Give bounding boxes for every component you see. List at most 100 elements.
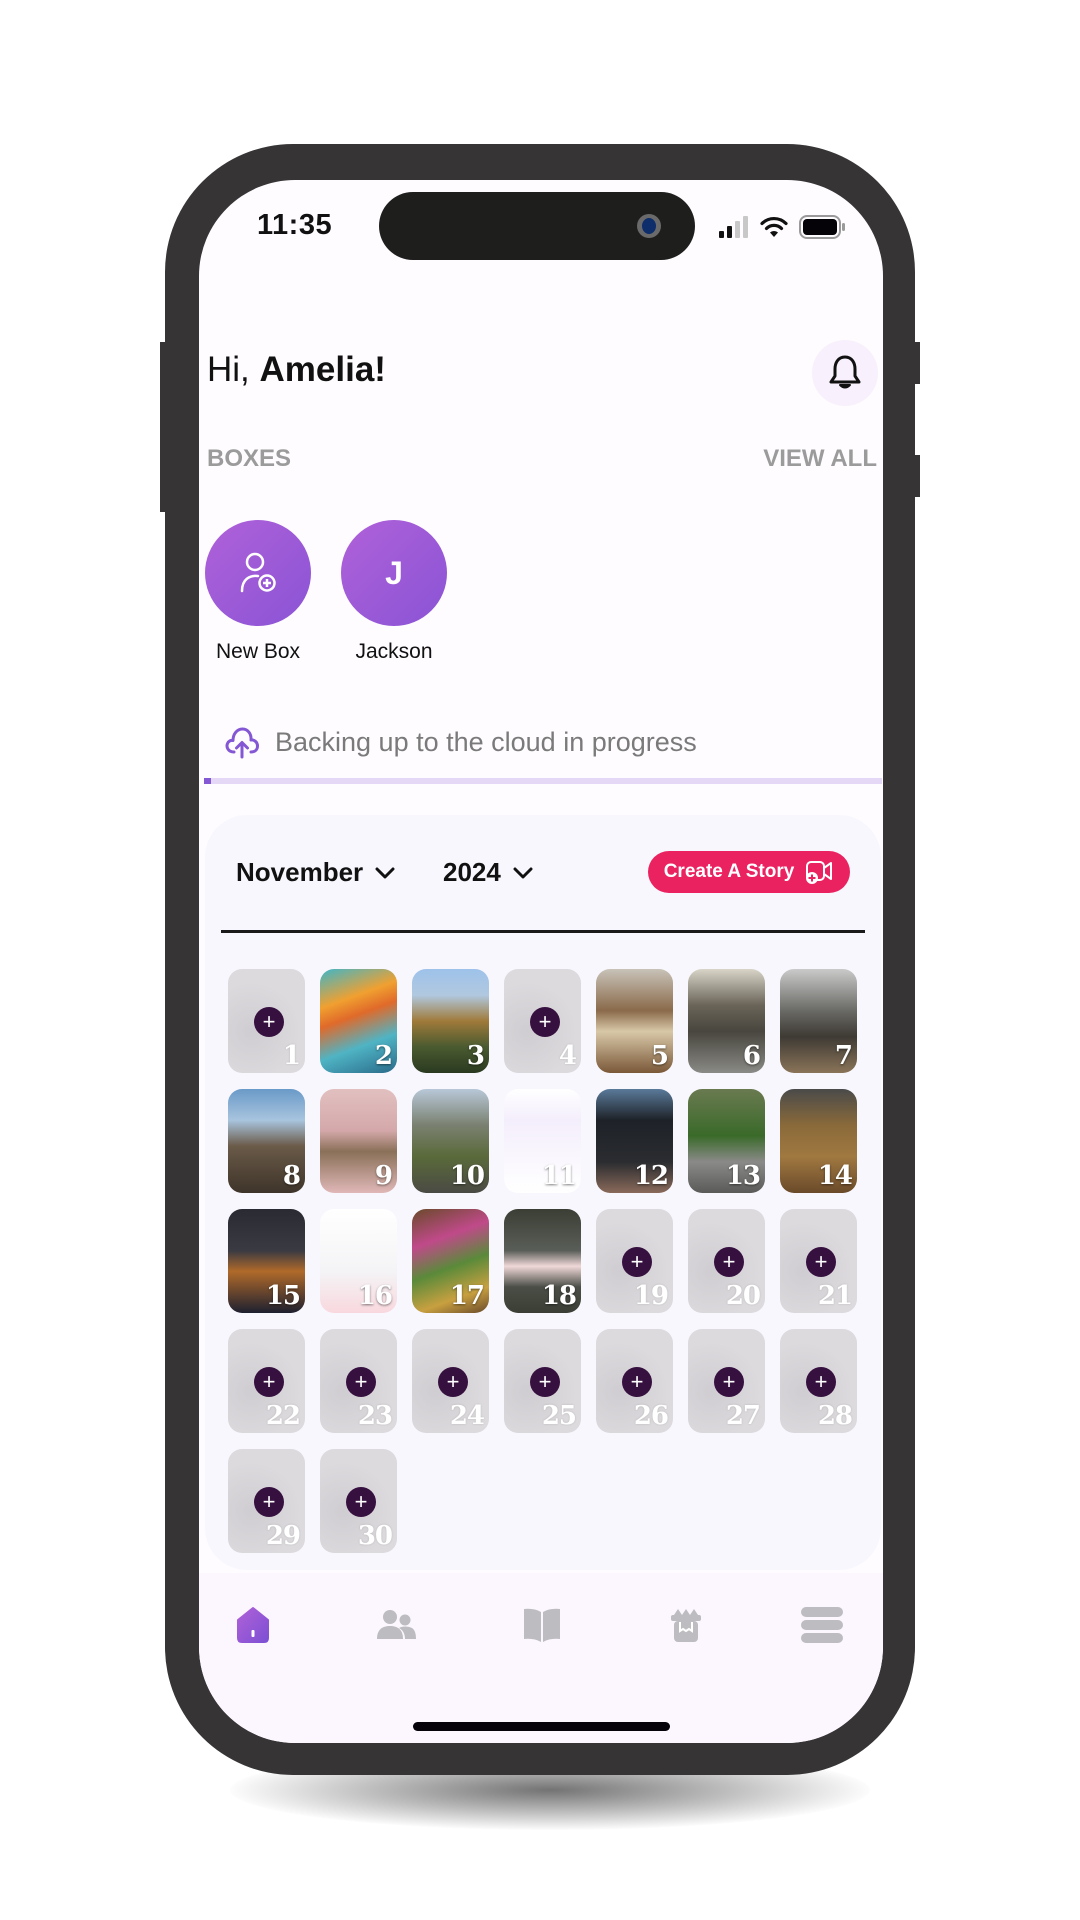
day-number: 8 [282, 1161, 301, 1191]
greeting-prefix: Hi, [207, 350, 250, 389]
day-cell-with-photo[interactable]: 2 [320, 969, 397, 1073]
day-cell-with-photo[interactable]: 15 [228, 1209, 305, 1313]
video-add-icon [806, 861, 833, 884]
wifi-icon [760, 216, 788, 237]
day-cell-with-photo[interactable]: 18 [504, 1209, 581, 1313]
camera-icon [637, 214, 661, 238]
day-number: 27 [725, 1401, 761, 1431]
day-cell-empty[interactable]: +23 [320, 1329, 397, 1433]
day-cell-empty[interactable]: +25 [504, 1329, 581, 1433]
notifications-button[interactable] [812, 340, 878, 406]
day-number: 21 [817, 1281, 853, 1311]
nav-stories[interactable] [517, 1603, 567, 1647]
add-photo-icon[interactable]: + [806, 1367, 836, 1397]
home-indicator[interactable] [413, 1722, 670, 1731]
side-button-right-top [912, 342, 920, 384]
add-user-icon [240, 552, 276, 593]
calendar-panel: November 2024 Create A Story +1 2 3 +4 5 6 7 8 9… [205, 815, 881, 1570]
day-cell-empty[interactable]: +27 [688, 1329, 765, 1433]
menu-icon [801, 1607, 843, 1643]
nav-gifts[interactable] [661, 1603, 711, 1647]
new-box-avatar [205, 520, 311, 626]
day-number: 11 [541, 1161, 577, 1191]
day-number: 9 [374, 1161, 393, 1191]
nav-menu[interactable] [797, 1603, 847, 1647]
day-cell-empty[interactable]: +29 [228, 1449, 305, 1553]
day-number: 29 [265, 1521, 301, 1551]
app-screen: 11:35 Hi, Amelia! BOXES VIEW ALL New Box… [199, 180, 883, 1743]
day-number: 30 [357, 1521, 393, 1551]
day-cell-empty[interactable]: +28 [780, 1329, 857, 1433]
day-cell-with-photo[interactable]: 10 [412, 1089, 489, 1193]
day-cell-with-photo[interactable]: 8 [228, 1089, 305, 1193]
month-dropdown[interactable]: November [236, 857, 395, 888]
book-icon [524, 1608, 560, 1642]
year-dropdown[interactable]: 2024 [443, 857, 533, 888]
day-cell-empty[interactable]: +1 [228, 969, 305, 1073]
user-name: Amelia! [259, 350, 386, 389]
day-cell-empty[interactable]: +20 [688, 1209, 765, 1313]
home-icon [237, 1607, 269, 1643]
year-value: 2024 [443, 857, 501, 887]
add-photo-icon[interactable]: + [530, 1007, 560, 1037]
day-cell-with-photo[interactable]: 9 [320, 1089, 397, 1193]
backup-status: Backing up to the cloud in progress [223, 725, 697, 759]
nav-home[interactable] [228, 1603, 278, 1647]
day-cell-empty[interactable]: +26 [596, 1329, 673, 1433]
backup-progress-fill [204, 778, 211, 784]
day-cell-with-photo[interactable]: 12 [596, 1089, 673, 1193]
day-cell-with-photo[interactable]: 13 [688, 1089, 765, 1193]
day-cell-empty[interactable]: +30 [320, 1449, 397, 1553]
day-cell-empty[interactable]: +24 [412, 1329, 489, 1433]
month-value: November [236, 857, 364, 887]
day-cell-with-photo[interactable]: 3 [412, 969, 489, 1073]
day-cell-with-photo[interactable]: 6 [688, 969, 765, 1073]
day-number: 22 [265, 1401, 301, 1431]
day-number: 26 [633, 1401, 669, 1431]
dynamic-island [379, 192, 695, 260]
add-photo-icon[interactable]: + [438, 1367, 468, 1397]
view-all-link[interactable]: VIEW ALL [763, 445, 877, 473]
nav-people[interactable] [372, 1603, 422, 1647]
day-number: 12 [633, 1161, 669, 1191]
day-number: 10 [449, 1161, 485, 1191]
side-button-left [160, 342, 168, 512]
add-photo-icon[interactable]: + [346, 1487, 376, 1517]
day-cell-with-photo[interactable]: 16 [320, 1209, 397, 1313]
add-photo-icon[interactable]: + [254, 1367, 284, 1397]
add-photo-icon[interactable]: + [346, 1367, 376, 1397]
add-photo-icon[interactable]: + [806, 1247, 836, 1277]
day-cell-empty[interactable]: +21 [780, 1209, 857, 1313]
box-jackson[interactable]: J Jackson [339, 520, 449, 664]
day-cell-empty[interactable]: +19 [596, 1209, 673, 1313]
day-number: 6 [742, 1041, 761, 1071]
day-cell-with-photo[interactable]: 17 [412, 1209, 489, 1313]
create-story-label: Create A Story [663, 861, 795, 882]
day-cell-with-photo[interactable]: 11 [504, 1089, 581, 1193]
add-photo-icon[interactable]: + [622, 1367, 652, 1397]
add-photo-icon[interactable]: + [714, 1247, 744, 1277]
day-cell-with-photo[interactable]: 7 [780, 969, 857, 1073]
add-photo-icon[interactable]: + [530, 1367, 560, 1397]
add-photo-icon[interactable]: + [714, 1367, 744, 1397]
add-photo-icon[interactable]: + [622, 1247, 652, 1277]
backup-text: Backing up to the cloud in progress [275, 726, 697, 757]
day-number: 18 [541, 1281, 577, 1311]
backup-progress-bar [204, 778, 882, 784]
jackson-avatar: J [341, 520, 447, 626]
day-cell-empty[interactable]: +22 [228, 1329, 305, 1433]
box-label: New Box [215, 640, 301, 663]
box-new[interactable]: New Box [203, 520, 313, 664]
day-grid: +1 2 3 +4 5 6 7 8 9 10 11 12 13 14 15 16 17 18 +19 +20 +21 +2… [228, 969, 857, 1553]
day-cell-with-photo[interactable]: 5 [596, 969, 673, 1073]
day-cell-empty[interactable]: +4 [504, 969, 581, 1073]
side-button-right-bottom [912, 455, 920, 497]
add-photo-icon[interactable]: + [254, 1487, 284, 1517]
day-number: 14 [817, 1161, 853, 1191]
day-number: 2 [374, 1041, 393, 1071]
day-number: 20 [725, 1281, 761, 1311]
day-number: 15 [265, 1281, 301, 1311]
add-photo-icon[interactable]: + [254, 1007, 284, 1037]
create-story-button[interactable]: Create A Story [648, 851, 850, 893]
day-cell-with-photo[interactable]: 14 [780, 1089, 857, 1193]
